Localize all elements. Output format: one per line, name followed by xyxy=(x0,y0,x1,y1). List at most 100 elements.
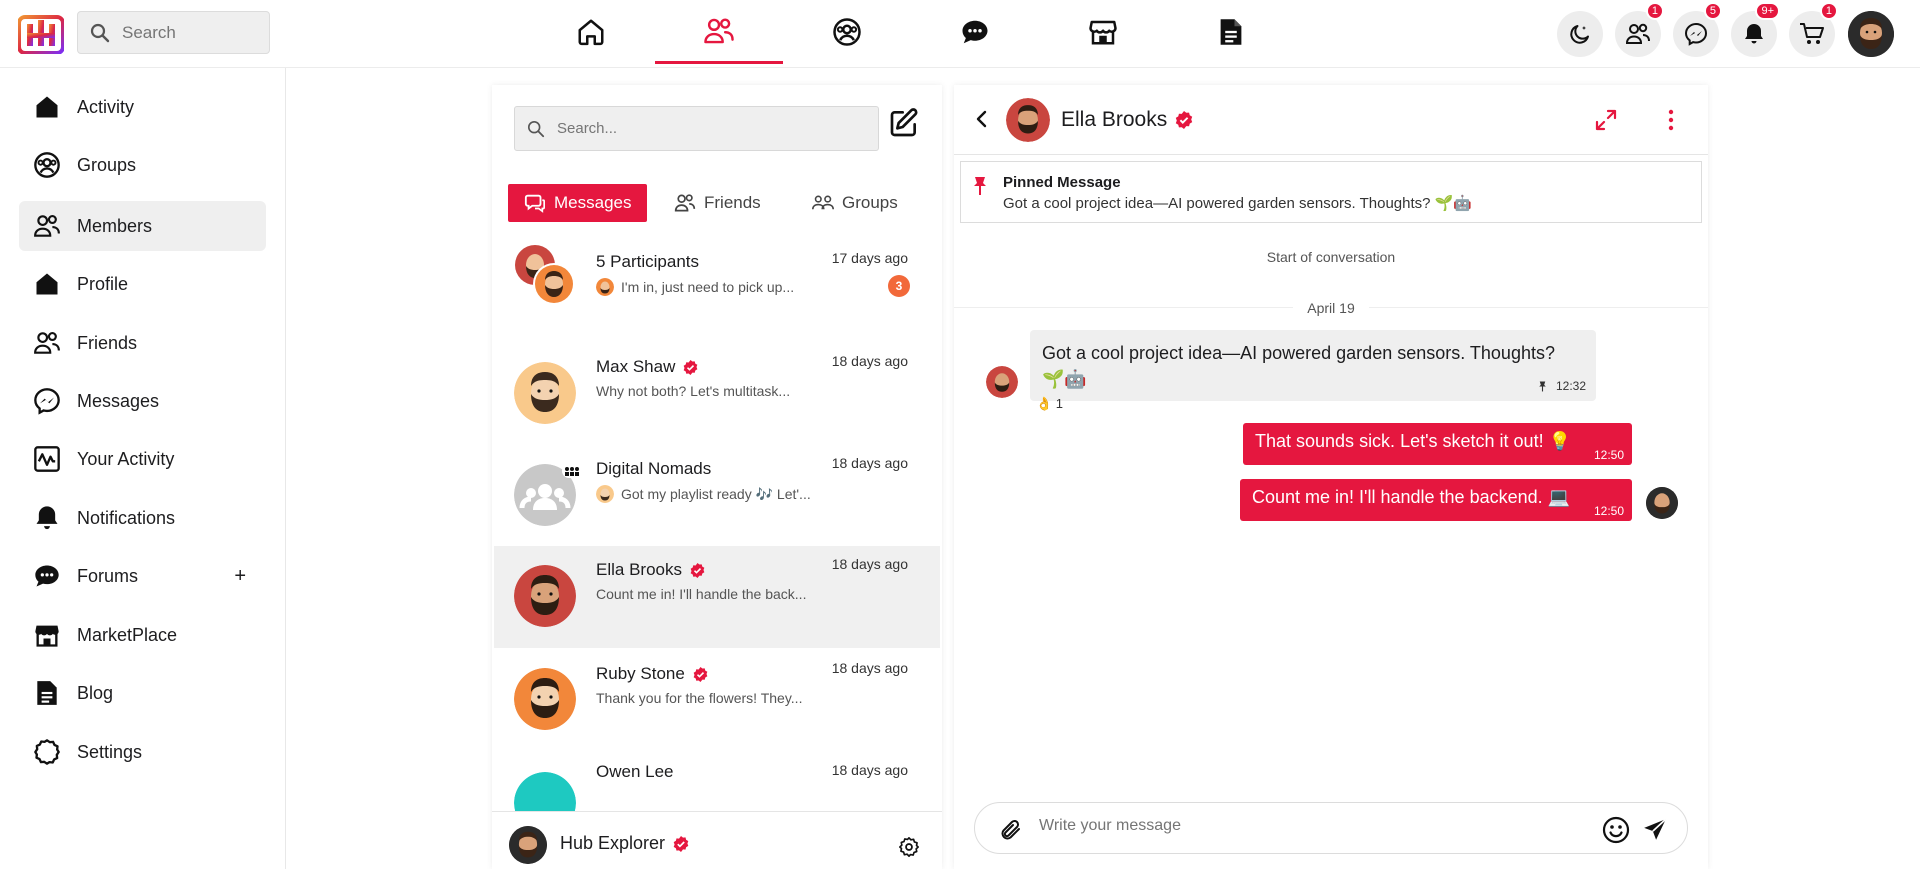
conversation-item[interactable]: Digital Nomads Got my playlist ready 🎶 L… xyxy=(494,444,940,546)
conversation-time: 18 days ago xyxy=(831,660,908,676)
global-search-input[interactable] xyxy=(122,22,262,43)
conversation-name: Owen Lee xyxy=(596,762,674,781)
search-icon xyxy=(527,120,545,137)
friends-icon xyxy=(1625,23,1650,44)
verified-icon xyxy=(1176,111,1193,129)
message-text: Got a cool project idea—AI powered garde… xyxy=(1042,343,1555,389)
tab-messages[interactable]: Messages xyxy=(508,184,648,222)
conversation-preview: Thank you for the flowers! They... xyxy=(596,690,803,706)
sidebar-item-friends[interactable]: Friends xyxy=(19,318,266,368)
verified-icon xyxy=(693,666,708,682)
sidebar-item-marketplace[interactable]: MarketPlace xyxy=(19,610,266,660)
sidebar-item-label: Blog xyxy=(77,682,114,703)
my-avatar[interactable] xyxy=(1646,487,1678,519)
send-icon[interactable] xyxy=(1642,817,1668,843)
compose-icon[interactable] xyxy=(888,107,920,139)
chat-partner-name: Ella Brooks xyxy=(1061,108,1193,132)
conversation-name: Ruby Stone xyxy=(596,664,708,684)
sidebar-item-activity[interactable]: Activity xyxy=(19,82,266,132)
verified-icon xyxy=(684,359,698,375)
nav-tab-members[interactable] xyxy=(655,0,783,64)
nav-tab-groups[interactable] xyxy=(783,0,911,64)
friend-requests-button[interactable]: 1 xyxy=(1615,2,1664,57)
marketplace-icon xyxy=(1089,20,1117,45)
forums-icon xyxy=(962,20,988,44)
chat-partner-avatar[interactable] xyxy=(1006,98,1050,142)
outgoing-message[interactable]: That sounds sick. Let's sketch it out! 💡… xyxy=(1243,423,1632,465)
nav-tab-marketplace[interactable] xyxy=(1039,0,1167,64)
conversation-search[interactable] xyxy=(514,106,879,151)
sidebar-item-messages[interactable]: Messages xyxy=(19,376,266,426)
sidebar-item-profile[interactable]: Profile xyxy=(19,259,266,309)
expand-forums-button[interactable]: + xyxy=(234,565,246,588)
message-time: 12:32 xyxy=(1537,379,1586,393)
settings-icon xyxy=(34,739,60,765)
messenger-icon xyxy=(34,388,60,415)
sidebar-item-settings[interactable]: Settings xyxy=(19,727,266,777)
sidebar-item-notifications[interactable]: Notifications xyxy=(19,493,266,543)
sidebar-item-forums[interactable]: Forums + xyxy=(19,551,266,601)
sidebar-item-your-activity[interactable]: Your Activity xyxy=(19,434,266,484)
chat-bubbles-icon xyxy=(524,194,545,213)
conversation-name: Max Shaw xyxy=(596,357,698,377)
conversation-list-panel: Messages Friends Groups 5 Participants I… xyxy=(492,85,942,869)
more-options-icon[interactable] xyxy=(1667,109,1675,131)
nav-tab-forums[interactable] xyxy=(911,0,1039,64)
group-avatar-stack xyxy=(514,244,576,306)
conversation-name: Ella Brooks xyxy=(596,560,705,580)
app-logo[interactable] xyxy=(18,14,64,54)
outgoing-message[interactable]: Count me in! I'll handle the backend. 💻 … xyxy=(1240,479,1632,521)
current-user-avatar[interactable] xyxy=(509,826,547,864)
forums-icon xyxy=(35,565,59,587)
sidebar-item-label: Activity xyxy=(77,96,135,117)
conversation-item[interactable]: Ruby Stone Thank you for the flowers! Th… xyxy=(494,648,940,750)
paperclip-icon[interactable] xyxy=(999,818,1023,842)
sidebar-item-label: Friends xyxy=(77,332,138,353)
nav-tab-blog[interactable] xyxy=(1167,0,1295,64)
members-icon xyxy=(704,17,734,43)
conversation-item[interactable]: Owen Lee 18 days ago xyxy=(494,750,940,811)
message-input[interactable] xyxy=(1039,817,1539,835)
sidebar-item-label: Settings xyxy=(77,741,143,762)
tab-groups[interactable]: Groups xyxy=(812,184,898,222)
user-avatar[interactable] xyxy=(1848,11,1894,57)
tab-label: Groups xyxy=(842,193,898,212)
global-search[interactable] xyxy=(77,11,270,54)
unread-count-badge: 3 xyxy=(888,275,910,297)
conversation-time: 18 days ago xyxy=(831,762,908,778)
group-indicator-icon xyxy=(562,464,582,478)
gear-icon[interactable] xyxy=(898,836,920,858)
group-people-icon xyxy=(812,195,834,210)
conversation-item[interactable]: 5 Participants I'm in, just need to pick… xyxy=(494,240,940,342)
sidebar-item-groups[interactable]: Groups xyxy=(19,140,266,190)
message-reaction[interactable]: 👌 1 xyxy=(1036,396,1063,412)
chat-header: Ella Brooks xyxy=(954,85,1708,155)
sidebar-item-members[interactable]: Members xyxy=(19,201,266,251)
sidebar-item-label: Groups xyxy=(77,154,137,175)
cart-button[interactable]: 1 xyxy=(1789,2,1838,57)
tab-friends[interactable]: Friends xyxy=(674,184,761,222)
conversation-preview: Got my playlist ready 🎶 Let'... xyxy=(596,485,826,503)
emoji-icon[interactable] xyxy=(1602,816,1630,844)
incoming-message[interactable]: Got a cool project idea—AI powered garde… xyxy=(1030,330,1596,401)
sender-avatar xyxy=(596,485,614,503)
dark-mode-toggle[interactable] xyxy=(1557,11,1603,57)
message-text: Count me in! I'll handle the backend. 💻 xyxy=(1252,487,1571,507)
conversation-item-active[interactable]: Ella Brooks Count me in! I'll handle the… xyxy=(494,546,940,648)
back-arrow-icon[interactable] xyxy=(972,109,992,129)
friends-icon xyxy=(34,332,60,354)
notifications-button[interactable]: 9+ xyxy=(1731,2,1780,57)
conversation-search-input[interactable] xyxy=(557,120,857,137)
conversation-avatar xyxy=(514,772,576,811)
left-sidebar: Activity Groups Members Profile Friends … xyxy=(0,68,286,869)
conversation-item[interactable]: Max Shaw Why not both? Let's multitask..… xyxy=(494,342,940,444)
sender-avatar[interactable] xyxy=(986,366,1018,398)
activity-chart-icon xyxy=(34,446,60,472)
expand-icon[interactable] xyxy=(1595,109,1617,131)
groups-icon xyxy=(34,152,60,178)
pinned-message[interactable]: Pinned Message Got a cool project idea—A… xyxy=(960,161,1702,223)
messages-button[interactable]: 5 xyxy=(1673,2,1722,57)
conversation-avatar xyxy=(514,565,576,627)
sidebar-item-blog[interactable]: Blog xyxy=(19,668,266,718)
nav-tab-home[interactable] xyxy=(527,0,655,64)
